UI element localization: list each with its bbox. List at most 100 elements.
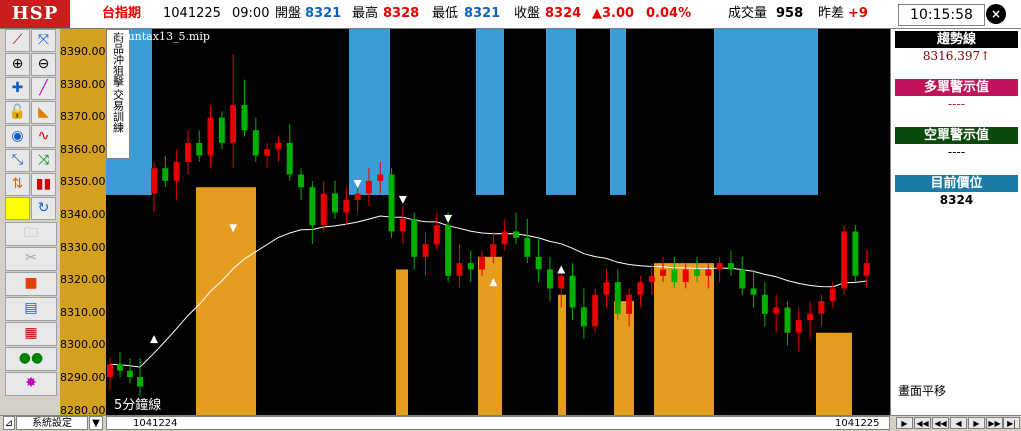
candle-body — [490, 244, 497, 257]
stop-icon[interactable]: ■ — [5, 272, 57, 296]
burst-icon[interactable]: ✸ — [5, 372, 57, 396]
candle-body — [275, 142, 282, 150]
time-axis: 1041224 1041225 — [106, 416, 890, 430]
candle-body — [196, 142, 203, 156]
nav-prev-icon[interactable]: ◀ — [950, 417, 967, 429]
chart-title: Huntax13_5.mip — [118, 30, 210, 43]
candle-body — [569, 275, 576, 308]
folder-icon[interactable]: 🗀 — [5, 222, 57, 246]
candle-body — [648, 275, 655, 283]
candle-body — [445, 225, 452, 276]
blue-zone — [610, 29, 626, 195]
position-value: 8324 — [939, 193, 974, 207]
candle-body — [162, 168, 169, 181]
candle-body — [535, 256, 542, 270]
y-tick-label: 8330.00 — [60, 240, 106, 254]
volume-value: 958 — [776, 6, 804, 21]
line-draw-icon[interactable]: ⟋ — [5, 29, 30, 52]
candle-body — [252, 130, 259, 156]
nav-last-icon[interactable]: ▶| — [1003, 417, 1020, 429]
volume-label: 成交量 — [728, 6, 768, 21]
candle-body — [184, 142, 191, 162]
corner-arrow-icon[interactable]: ⊿ — [3, 416, 15, 430]
candle-body — [739, 269, 746, 289]
chart-svg — [106, 29, 870, 415]
yellow-box-icon[interactable] — [5, 197, 30, 220]
candle-body — [456, 263, 463, 276]
open-label: 開盤 — [275, 6, 302, 21]
indicator-icon[interactable]: ⤡ — [5, 149, 30, 172]
nav-first-icon[interactable]: ◀◀ — [914, 417, 931, 429]
nav-rewind-icon[interactable]: ◀◀ — [932, 417, 949, 429]
zoom-in-icon[interactable]: ⊕ — [5, 53, 30, 76]
signal-marker — [150, 335, 158, 344]
candles-icon[interactable]: ▮▮ — [31, 173, 56, 196]
swap-icon[interactable]: ⤨ — [31, 149, 56, 172]
group-icon[interactable]: ●● — [5, 347, 57, 371]
nav-next-icon[interactable]: ▶ — [968, 417, 985, 429]
y-tick-label: 8340.00 — [60, 208, 106, 221]
close-value: 8324 — [545, 6, 582, 21]
candle-body — [422, 244, 429, 257]
candle-body — [411, 218, 418, 257]
candle-body — [750, 288, 757, 295]
candle-body — [230, 104, 237, 143]
trend-label: 趨勢線 — [895, 31, 1018, 48]
candle-body — [818, 301, 825, 314]
orange-zone — [816, 332, 852, 415]
crosshair-icon[interactable]: ✚ — [5, 77, 30, 100]
trend-value: 8316.397↑ — [922, 49, 991, 63]
candle-body — [137, 377, 143, 387]
candle-body — [660, 269, 667, 276]
price-axis: 8390.00 8380.00 8370.00 8360.00 8350.00 8340.… — [60, 29, 106, 416]
grid-icon[interactable]: ▦ — [5, 322, 57, 346]
candle-body — [592, 294, 599, 327]
candle-body — [626, 294, 633, 314]
y-tick-label: 8350.00 — [60, 175, 106, 189]
candle-body — [309, 187, 316, 226]
long-alert-value: ---- — [947, 97, 966, 111]
short-alert-value: ---- — [947, 145, 966, 159]
refresh-icon[interactable]: ↻ — [31, 197, 56, 220]
settings-dropdown-icon[interactable]: ▼ — [89, 416, 103, 430]
candle-body — [829, 288, 836, 302]
scissors-icon[interactable]: ✂ — [5, 247, 57, 271]
candle-body — [388, 174, 395, 232]
y-tick-label: 8300.00 — [60, 338, 106, 352]
zoom-out-icon[interactable]: ⊖ — [31, 53, 56, 76]
candle-body — [558, 275, 565, 289]
low-value: 8321 — [464, 6, 501, 21]
training-panel[interactable]: 商品沖狙擊 交易訓練 — [106, 29, 130, 159]
scan-icon[interactable]: ◉ — [5, 125, 30, 148]
nav-play-icon[interactable]: ▶ — [896, 417, 913, 429]
candle-body — [117, 364, 123, 371]
training-tab-trade[interactable]: 交易訓練 — [112, 89, 125, 133]
candle-body — [433, 225, 440, 245]
y-tick-label: 8360.00 — [60, 142, 106, 156]
candle-body — [705, 269, 712, 276]
report-icon[interactable]: ▤ — [5, 297, 57, 321]
candle-body — [354, 193, 361, 200]
pencil-icon[interactable]: ╱ — [31, 77, 56, 100]
orange-zone — [478, 256, 502, 415]
blue-zone — [546, 29, 576, 195]
candle-body — [332, 193, 338, 213]
candle-body — [365, 180, 372, 194]
close-icon[interactable]: × — [986, 4, 1006, 24]
wave-icon[interactable]: ∿ — [31, 125, 56, 148]
bottom-bar: ⊿ 系統設定 ▼ 1041224 1041225 ▶ ◀◀ ◀◀ ◀ ▶ ▶▶ … — [0, 415, 1021, 431]
quote-time: 09:00 — [232, 6, 270, 21]
fit-icon[interactable]: ⤧ — [31, 29, 56, 52]
settings-button[interactable]: 系統設定 — [16, 416, 88, 430]
market-name: 台指期 — [102, 6, 142, 21]
blue-zone — [349, 29, 390, 195]
updown-icon[interactable]: ⇅ — [5, 173, 30, 196]
candle-body — [682, 269, 689, 283]
nav-forward-icon[interactable]: ▶▶ — [986, 417, 1003, 429]
candle-body — [716, 263, 723, 270]
candlestick-chart[interactable] — [106, 29, 890, 415]
close-label: 收盤 — [514, 6, 541, 21]
lock-icon[interactable]: 🔓 — [5, 101, 30, 124]
candle-body — [761, 294, 768, 314]
ruler-icon[interactable]: ◣ — [31, 101, 56, 124]
